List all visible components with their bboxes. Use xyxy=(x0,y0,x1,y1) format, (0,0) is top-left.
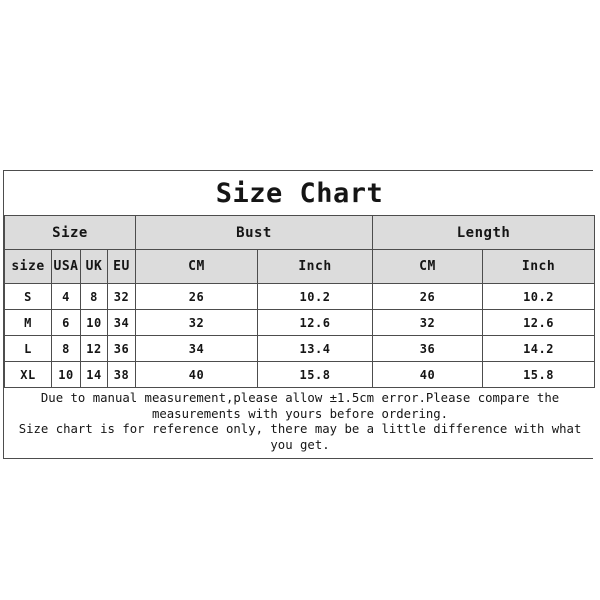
title-row: Size Chart xyxy=(4,171,595,216)
cell-length-cm: 36 xyxy=(372,335,483,362)
cell-bust-inch: 15.8 xyxy=(257,361,373,388)
cell-eu: 36 xyxy=(107,335,136,362)
table-row: L 8 12 36 34 13.4 36 14.2 xyxy=(4,335,596,362)
cell-uk: 14 xyxy=(80,361,108,388)
cell-uk: 12 xyxy=(80,335,108,362)
cell-bust-inch: 13.4 xyxy=(257,335,373,362)
sub-header-usa: USA xyxy=(51,249,81,284)
sub-header-bust-cm: CM xyxy=(135,249,258,284)
group-header-size: Size xyxy=(4,215,136,250)
cell-usa: 4 xyxy=(51,283,81,310)
sub-header-eu: EU xyxy=(107,249,136,284)
cell-eu: 34 xyxy=(107,309,136,336)
footnote-reference: Size chart is for reference only, there … xyxy=(18,422,589,452)
cell-uk: 10 xyxy=(80,309,108,336)
cell-length-inch: 12.6 xyxy=(481,309,596,336)
sub-header-size: size xyxy=(4,249,52,284)
footnote-row: Due to manual measurement,please allow ±… xyxy=(4,387,595,458)
sub-header-length-cm: CM xyxy=(372,249,483,284)
cell-bust-inch: 12.6 xyxy=(257,309,373,336)
cell-bust-cm: 26 xyxy=(135,283,258,310)
table-row: M 6 10 34 32 12.6 32 12.6 xyxy=(4,309,596,336)
sub-header-length-inch: Inch xyxy=(481,249,596,284)
size-chart-table: Size Chart Size Bust Length size USA UK … xyxy=(4,171,596,458)
footnote-container: Due to manual measurement,please allow ±… xyxy=(4,387,595,458)
cell-size: XL xyxy=(4,361,52,388)
cell-size: M xyxy=(4,309,52,336)
cell-eu: 38 xyxy=(107,361,136,388)
cell-eu: 32 xyxy=(107,283,136,310)
cell-uk: 8 xyxy=(80,283,108,310)
table-row: XL 10 14 38 40 15.8 40 15.8 xyxy=(4,361,596,388)
cell-usa: 6 xyxy=(51,309,81,336)
cell-bust-cm: 34 xyxy=(135,335,258,362)
group-header-row: Size Bust Length xyxy=(4,215,596,250)
cell-length-inch: 10.2 xyxy=(481,283,596,310)
cell-bust-cm: 32 xyxy=(135,309,258,336)
cell-usa: 8 xyxy=(51,335,81,362)
size-chart-container: Size Chart Size Bust Length size USA UK … xyxy=(3,170,596,459)
cell-size: L xyxy=(4,335,52,362)
cell-size: S xyxy=(4,283,52,310)
sub-header-bust-inch: Inch xyxy=(257,249,373,284)
group-header-bust: Bust xyxy=(135,215,373,250)
cell-length-inch: 14.2 xyxy=(481,335,596,362)
size-chart-page: Size Chart Size Bust Length size USA UK … xyxy=(0,0,600,600)
sub-header-uk: UK xyxy=(80,249,108,284)
cell-length-cm: 26 xyxy=(372,283,483,310)
table-row: S 4 8 32 26 10.2 26 10.2 xyxy=(4,283,596,310)
cell-length-inch: 15.8 xyxy=(481,361,596,388)
group-header-length: Length xyxy=(371,215,596,250)
footnote-measurement: Due to manual measurement,please allow ±… xyxy=(40,391,567,421)
cell-usa: 10 xyxy=(51,361,81,388)
page-title: Size Chart xyxy=(4,171,595,216)
cell-bust-cm: 40 xyxy=(135,361,258,388)
sub-header-row: size USA UK EU CM Inch CM Inch xyxy=(4,249,596,284)
cell-length-cm: 40 xyxy=(372,361,483,388)
cell-bust-inch: 10.2 xyxy=(257,283,373,310)
cell-length-cm: 32 xyxy=(372,309,483,336)
